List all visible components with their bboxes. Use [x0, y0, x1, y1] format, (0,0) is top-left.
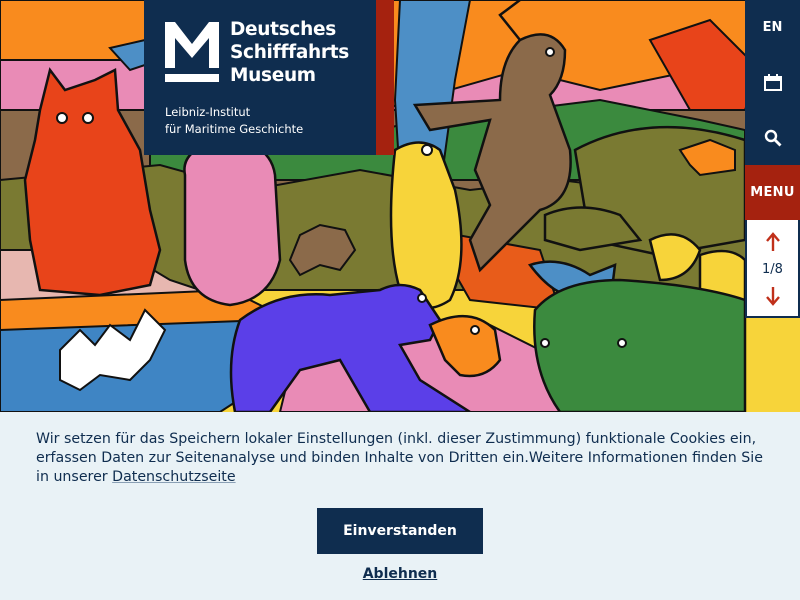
- accept-cookies-button[interactable]: Einverstanden: [317, 508, 483, 554]
- subtitle-line: für Maritime Geschichte: [165, 122, 304, 136]
- logo-subtitle: Leibniz-Institut für Maritime Geschichte: [165, 104, 303, 138]
- logo-line: Museum: [230, 65, 316, 86]
- slide-counter: 1/8: [762, 261, 783, 277]
- logo-wordmark: Deutsches Schifffahrts Museum: [230, 18, 380, 87]
- menu-button[interactable]: MENU: [745, 165, 800, 220]
- decline-cookies-button[interactable]: Ablehnen: [300, 566, 500, 586]
- hero-illustration: [0, 0, 800, 412]
- logo-line: Deutsches: [230, 19, 336, 40]
- cookie-banner: Wir setzen für das Speichern lokaler Ein…: [0, 412, 800, 600]
- menu-label: MENU: [750, 185, 795, 200]
- right-toolbar: EN MENU 1/8: [745, 0, 800, 318]
- site-logo[interactable]: Deutsches Schifffahrts Museum Leibniz-In…: [144, 0, 394, 155]
- calendar-icon: [763, 74, 782, 91]
- language-switch-button[interactable]: EN: [745, 0, 800, 55]
- arrow-up-icon[interactable]: [765, 232, 781, 252]
- subtitle-line: Leibniz-Institut: [165, 105, 251, 119]
- search-icon: [764, 129, 781, 146]
- animal-illustration-image: [0, 0, 800, 412]
- slide-navigator: 1/8: [745, 220, 800, 318]
- arrow-down-icon[interactable]: [765, 286, 781, 306]
- cookie-message: Wir setzen für das Speichern lokaler Ein…: [36, 430, 766, 487]
- logo-m-icon: [165, 22, 219, 82]
- language-label: EN: [762, 20, 783, 35]
- privacy-policy-link[interactable]: Datenschutzseite: [112, 469, 235, 485]
- search-button[interactable]: [745, 110, 800, 165]
- calendar-button[interactable]: [745, 55, 800, 110]
- logo-line: Schifffahrts: [230, 42, 349, 63]
